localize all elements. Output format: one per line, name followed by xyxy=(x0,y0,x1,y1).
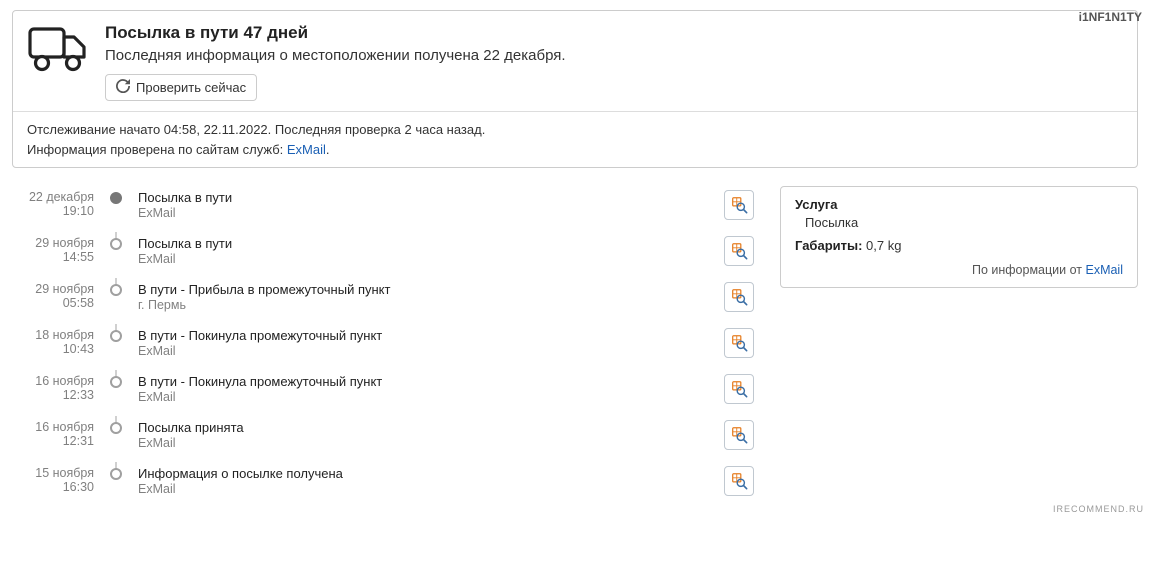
event-body[interactable]: Информация о посылке полученаExMail xyxy=(128,462,762,500)
event-datetime: 18 ноября10:43 xyxy=(12,324,104,356)
status-title: Посылка в пути 47 дней xyxy=(105,23,1123,43)
event-carrier: ExMail xyxy=(138,344,382,358)
inspect-button[interactable] xyxy=(724,420,754,450)
watermark-bottom: IRECOMMEND.RU xyxy=(1053,504,1144,514)
timeline-marker xyxy=(104,462,128,480)
timeline-event: 29 ноября05:58 В пути - Прибыла в промежу… xyxy=(12,278,762,324)
timeline-marker xyxy=(104,186,128,204)
event-body[interactable]: Посылка в путиExMail xyxy=(128,232,762,270)
event-datetime: 29 ноября05:58 xyxy=(12,278,104,310)
timeline-marker xyxy=(104,278,128,296)
timeline-event: 16 ноября12:33 В пути - Покинула промежут… xyxy=(12,370,762,416)
refresh-label: Проверить сейчас xyxy=(136,80,246,95)
timeline-marker xyxy=(104,324,128,342)
refresh-icon xyxy=(116,79,130,96)
inspect-button[interactable] xyxy=(724,328,754,358)
event-carrier: ExMail xyxy=(138,436,244,450)
event-status: Информация о посылке получена xyxy=(138,466,343,481)
tracking-started: Отслеживание начато 04:58, 22.11.2022. П… xyxy=(27,120,1123,140)
timeline-dot-icon xyxy=(110,238,122,250)
event-body[interactable]: Посылка в путиExMail xyxy=(128,186,762,224)
timeline-event: 15 ноября16:30 Информация о посылке получ… xyxy=(12,462,762,508)
timeline-dot-icon xyxy=(110,284,122,296)
event-body[interactable]: В пути - Покинула промежуточный пунктExM… xyxy=(128,324,762,362)
event-status: В пути - Покинула промежуточный пункт xyxy=(138,328,382,343)
event-body[interactable]: В пути - Покинула промежуточный пунктExM… xyxy=(128,370,762,408)
tracking-sources: Информация проверена по сайтам служб: Ex… xyxy=(27,140,1123,160)
event-datetime: 15 ноября16:30 xyxy=(12,462,104,494)
watermark-top: i1NF1N1TY xyxy=(1079,10,1142,24)
service-value: Посылка xyxy=(805,215,1123,230)
event-status: Посылка в пути xyxy=(138,236,232,251)
event-datetime: 29 ноября14:55 xyxy=(12,232,104,264)
inspect-button[interactable] xyxy=(724,190,754,220)
tracking-info: Отслеживание начато 04:58, 22.11.2022. П… xyxy=(13,111,1137,167)
timeline-dot-icon xyxy=(110,376,122,388)
event-timeline: 22 декабря19:10Посылка в путиExMail29 но… xyxy=(12,186,762,508)
event-carrier: г. Пермь xyxy=(138,298,390,312)
event-status: Посылка принята xyxy=(138,420,244,435)
timeline-marker xyxy=(104,416,128,434)
event-body[interactable]: В пути - Прибыла в промежуточный пунктг.… xyxy=(128,278,762,316)
inspect-button[interactable] xyxy=(724,282,754,312)
timeline-event: 16 ноября12:31 Посылка принятаExMail xyxy=(12,416,762,462)
timeline-dot-icon xyxy=(110,330,122,342)
event-carrier: ExMail xyxy=(138,482,343,496)
event-datetime: 16 ноября12:31 xyxy=(12,416,104,448)
timeline-dot-icon xyxy=(110,468,122,480)
event-datetime: 22 декабря19:10 xyxy=(12,186,104,218)
info-source-prefix: По информации от xyxy=(972,263,1086,277)
event-carrier: ExMail xyxy=(138,252,232,266)
package-details: Услуга Посылка Габариты: 0,7 kg По инфор… xyxy=(780,186,1138,288)
refresh-button[interactable]: Проверить сейчас xyxy=(105,74,257,101)
dimensions-label: Габариты: xyxy=(795,238,862,253)
event-status: В пути - Прибыла в промежуточный пункт xyxy=(138,282,390,297)
event-datetime: 16 ноября12:33 xyxy=(12,370,104,402)
service-label: Услуга xyxy=(795,197,1123,212)
info-source-link[interactable]: ExMail xyxy=(1085,263,1123,277)
timeline-dot-icon xyxy=(110,192,122,204)
timeline-marker xyxy=(104,232,128,250)
status-panel: Посылка в пути 47 дней Последняя информа… xyxy=(12,10,1138,168)
inspect-button[interactable] xyxy=(724,236,754,266)
event-carrier: ExMail xyxy=(138,390,382,404)
inspect-button[interactable] xyxy=(724,374,754,404)
truck-icon xyxy=(27,23,89,73)
timeline-event: 22 декабря19:10 Посылка в путиExMail xyxy=(12,186,762,232)
status-subtitle: Последняя информация о местоположении по… xyxy=(105,47,1123,64)
timeline-event: 18 ноября10:43 В пути - Покинула промежут… xyxy=(12,324,762,370)
carrier-link[interactable]: ExMail xyxy=(287,142,326,157)
event-body[interactable]: Посылка принятаExMail xyxy=(128,416,762,454)
event-status: Посылка в пути xyxy=(138,190,232,205)
timeline-dot-icon xyxy=(110,422,122,434)
event-carrier: ExMail xyxy=(138,206,232,220)
inspect-button[interactable] xyxy=(724,466,754,496)
timeline-event: 29 ноября14:55 Посылка в путиExMail xyxy=(12,232,762,278)
timeline-marker xyxy=(104,370,128,388)
event-status: В пути - Покинула промежуточный пункт xyxy=(138,374,382,389)
